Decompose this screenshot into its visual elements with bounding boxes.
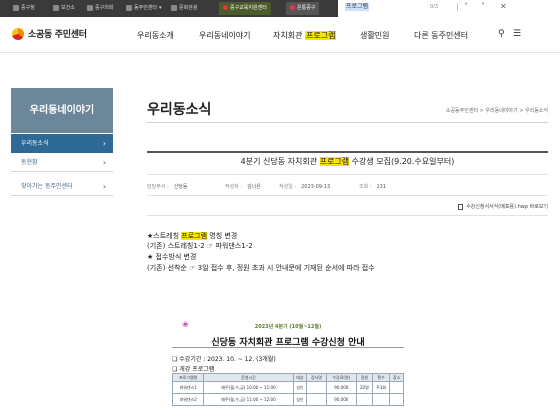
page-title: 우리동소식 (147, 102, 212, 118)
home-icon (126, 4, 132, 11)
topbar-link-health-center[interactable]: 보건소 (53, 4, 75, 11)
council-icon (87, 4, 93, 11)
cross-icon (53, 4, 59, 11)
logo-mark-icon (12, 27, 24, 40)
chevron-right-icon: › (102, 139, 106, 148)
topbar-link-ontong[interactable]: 온통중구 (286, 2, 320, 15)
dot-icon (290, 5, 295, 10)
topbar-link-education-center[interactable]: 중구교육지원센터 (219, 2, 271, 15)
find-in-page-bar: 프로그램 0/3 | ˄ ˅ ✕ (338, 0, 560, 18)
chevron-right-icon: › (102, 158, 106, 167)
sidebar-title: 우리동네이야기 (11, 88, 113, 133)
board-top-border (147, 151, 548, 153)
culture-icon (171, 4, 177, 11)
topbar-link-community-center[interactable]: 동주민센터 ▾ (126, 4, 162, 11)
meta-department: 담당부서 : 신당동 (147, 184, 188, 190)
find-close-icon[interactable]: ✕ (500, 2, 507, 12)
nav-item-civil[interactable]: 생활민원 (360, 30, 389, 41)
sidebar-item-visiting[interactable]: 찾아가는 동주민센터 › (11, 177, 113, 196)
poster-subtitle: 2023년 4분기 (10월~12월) (254, 324, 322, 330)
chevron-right-icon: › (102, 182, 106, 191)
meta-views: 조회 :131 (359, 184, 387, 190)
body-line: (기존) 스트레칭1-2 ☞ 파워댄스1-2 (147, 242, 253, 250)
poster-period: ❏ 수강기간 : 2023. 10. ~ 12. (3개월) (172, 356, 276, 363)
topbar-link-council[interactable]: 중구의회 (87, 4, 113, 11)
nav-item-about[interactable]: 우리동소개 (137, 30, 174, 41)
find-prev-icon[interactable]: ˄ (464, 2, 468, 12)
find-next-icon[interactable]: ˅ (481, 2, 485, 12)
attachment-link[interactable]: 수강신청서서식(배포용).hwp 바로보기 (458, 203, 548, 210)
poster-course-heading: ❏ 개강 프로그램 (172, 366, 215, 373)
building-icon (13, 4, 19, 11)
post-title: 4분기 신당동 자치회관 프로그램 수강생 모집(9.20.수요일부터) (240, 157, 455, 166)
divider (147, 195, 548, 196)
program-poster-image: ❀ 2023년 4분기 (10월~12월) 신당동 자치회관 프로그램 수강신청… (172, 320, 404, 419)
body-line: ★ 접수방식 변경 (147, 253, 197, 261)
site-header: 소공동 주민센터 우리동소개 우리동네이야기 자치회관 프로그램 생활민원 다른… (0, 17, 560, 53)
menu-icon[interactable]: ☰ (513, 29, 521, 39)
table-row: 파워댄스2 매주(월,수,금) 11:00 ~ 12:00 성인 90,000 (172, 393, 404, 406)
body-line: ★스트레칭 프로그램 명칭 변경 (147, 232, 238, 240)
find-divider: | (456, 2, 459, 11)
dot-icon (223, 5, 228, 10)
find-match-count: 0/3 (430, 4, 439, 10)
file-icon (458, 203, 464, 210)
find-input[interactable]: 프로그램 (345, 3, 370, 11)
nav-item-other-centers[interactable]: 다른 동주민센터 (414, 30, 468, 41)
nav-item-story[interactable]: 우리동네이야기 (199, 30, 251, 41)
table-row: 파워댄스1 매주(월,수,금) 10:00 ~ 11:00 성인 90,000 … (172, 381, 404, 394)
topbar-link-gu-office[interactable]: 중구청 (13, 4, 35, 11)
dropdown-arrow-icon: ▾ (159, 4, 162, 11)
title-divider (147, 122, 548, 123)
site-logo[interactable]: 소공동 주민센터 (12, 27, 87, 40)
divider (147, 215, 548, 216)
breadcrumb: 소공동주민센터 > 우리동네이야기 > 우리동소식 (445, 108, 548, 114)
sidebar-item-news[interactable]: 우리동소식 › (11, 134, 113, 153)
nav-item-program[interactable]: 자치회관 프로그램 (273, 30, 337, 41)
divider (147, 174, 548, 175)
table-header-row: 프로그램명 운영시간 대상 강사명 수강료(원) 정원 횟수 장소 (172, 373, 404, 382)
meta-author: 작성자 : 김나은 (225, 184, 261, 190)
poster-table: 프로그램명 운영시간 대상 강사명 수강료(원) 정원 횟수 장소 파워댄스1 … (172, 373, 404, 406)
meta-date: 작성일 :2023-09-13 (279, 184, 331, 190)
divider (172, 347, 404, 348)
body-line: (기존) 선착순 ☞ 3일 접수 후, 정원 초과 시 안내문에 기재된 순서에… (147, 264, 375, 272)
search-icon[interactable]: ⚲ (498, 29, 505, 39)
sidebar-item-status[interactable]: 동현황 › (11, 153, 113, 172)
topbar-link-culture[interactable]: 문화관광 (171, 4, 197, 11)
